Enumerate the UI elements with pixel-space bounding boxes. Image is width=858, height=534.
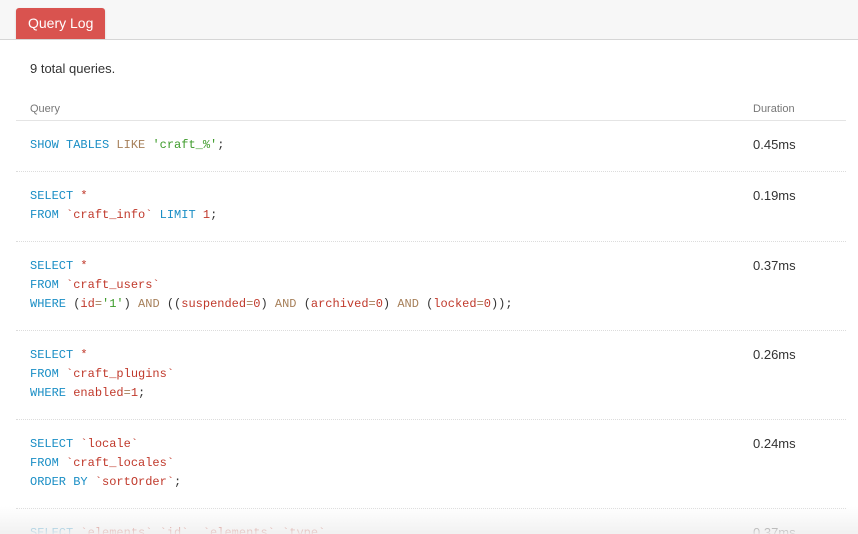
sql-identifier: * [80, 259, 88, 273]
sql-operator: = [123, 386, 131, 400]
sql-punctuation [59, 278, 66, 292]
sql-line: SELECT * [30, 257, 513, 276]
sql-line: SELECT `locale` [30, 435, 181, 454]
query-duration: 0.26ms [753, 347, 796, 362]
sql-keyword: FROM [30, 456, 59, 470]
sql-identifier: `locale` [80, 437, 139, 451]
table-row: SHOW TABLES LIKE 'craft_%'; 0.45ms [16, 121, 846, 172]
sql-punctuation [59, 367, 66, 381]
sql-punctuation: ) [382, 297, 398, 311]
sql-keyword: WHERE [30, 297, 67, 311]
sql-punctuation: ) [123, 297, 139, 311]
sql-identifier: `craft_locales` [66, 456, 175, 470]
sql-operator: = [476, 297, 484, 311]
sql-punctuation: ; [138, 386, 146, 400]
sql-identifier: 0 [375, 297, 383, 311]
query-rows: SHOW TABLES LIKE 'craft_%'; 0.45ms SELECT … [16, 121, 846, 534]
table-row: SELECT `locale` FROM `craft_locales` ORDER… [16, 420, 846, 509]
sql-line: WHERE enabled=1; [30, 384, 174, 403]
sql-identifier: 1 [130, 386, 139, 400]
sql-keyword: SHOW TABLES [30, 138, 110, 152]
sql-punctuation [59, 456, 66, 470]
sql-keyword: SELECT [30, 259, 74, 273]
sql-identifier: 1 [202, 208, 211, 222]
table-row: SELECT * FROM `craft_info` LIMIT 1; 0.19ms [16, 172, 846, 242]
sql-identifier: archived [310, 297, 369, 311]
sql-keyword: FROM [30, 278, 59, 292]
sql-line: FROM `craft_locales` [30, 454, 181, 473]
sql-punctuation: ; [210, 208, 218, 222]
sql-punctuation: (( [159, 297, 182, 311]
sql-identifier: `craft_info` [66, 208, 153, 222]
sql-punctuation: ; [217, 138, 225, 152]
query-sql: SELECT `locale` FROM `craft_locales` ORDER… [30, 435, 181, 492]
sql-operator: LIKE [116, 138, 146, 152]
sql-punctuation: ; [174, 475, 182, 489]
query-duration: 0.37ms [753, 258, 796, 273]
query-duration: 0.45ms [753, 137, 796, 152]
sql-line: ORDER BY `sortOrder`; [30, 473, 181, 492]
tab-strip: Query Log [0, 0, 858, 40]
sql-punctuation [59, 208, 66, 222]
sql-keyword: SELECT [30, 348, 74, 362]
sql-line: FROM `craft_users` [30, 276, 513, 295]
sql-line: WHERE (id='1') AND ((suspended=0) AND (a… [30, 295, 513, 314]
column-header-query: Query [30, 103, 60, 115]
sql-operator: = [94, 297, 103, 311]
sql-identifier: suspended [181, 297, 247, 311]
table-row: SELECT `elements`.`id`, `elements`.`type… [16, 509, 846, 534]
table-row: SELECT * FROM `craft_plugins` WHERE enable… [16, 331, 846, 420]
table-header: Query Duration [16, 100, 846, 121]
sql-keyword: SELECT [30, 437, 74, 451]
query-sql: SHOW TABLES LIKE 'craft_%'; [30, 136, 224, 155]
query-sql: SELECT * FROM `craft_users` WHERE (id='1')… [30, 257, 513, 314]
table-row: SELECT * FROM `craft_users` WHERE (id='1')… [16, 242, 846, 331]
sql-line: FROM `craft_plugins` [30, 365, 174, 384]
sql-operator: = [368, 297, 376, 311]
sql-punctuation [88, 475, 95, 489]
sql-keyword: SELECT [30, 189, 74, 203]
sql-punctuation: ( [66, 297, 81, 311]
query-sql: SELECT * FROM `craft_plugins` WHERE enable… [30, 346, 174, 403]
query-log-panel: 9 total queries. Query Duration SHOW TAB… [0, 39, 858, 534]
sql-string: '1' [102, 297, 124, 311]
sql-identifier: `craft_users` [66, 278, 160, 292]
query-duration: 0.19ms [753, 188, 796, 203]
column-header-duration: Duration [753, 103, 795, 115]
sql-identifier: id [80, 297, 95, 311]
sql-keyword: FROM [30, 367, 59, 381]
query-sql: SELECT * FROM `craft_info` LIMIT 1; [30, 187, 217, 225]
sql-line: SELECT * [30, 346, 174, 365]
sql-punctuation: ( [418, 297, 434, 311]
sql-line: FROM `craft_info` LIMIT 1; [30, 206, 217, 225]
sql-punctuation: ) [260, 297, 275, 311]
sql-identifier: enabled [73, 386, 124, 400]
sql-operator: AND [397, 297, 419, 311]
sql-keyword: LIMIT [159, 208, 196, 222]
sql-operator: AND [138, 297, 160, 311]
sql-identifier: `craft_plugins` [66, 367, 175, 381]
sql-keyword: FROM [30, 208, 59, 222]
query-table: Query Duration SHOW TABLES LIKE 'craft_%… [16, 100, 846, 534]
sql-line: SELECT * [30, 187, 217, 206]
sql-punctuation: )); [490, 297, 513, 311]
query-duration: 0.24ms [753, 436, 796, 451]
sql-keyword: ORDER BY [30, 475, 88, 489]
sql-operator: AND [274, 297, 297, 311]
sql-punctuation: ( [296, 297, 311, 311]
sql-string: 'craft_%' [152, 138, 218, 152]
tab-query-log[interactable]: Query Log [16, 8, 106, 39]
sql-identifier: `sortOrder` [94, 475, 175, 489]
sql-line: SHOW TABLES LIKE 'craft_%'; [30, 136, 224, 155]
sql-identifier: locked [433, 297, 477, 311]
sql-punctuation [196, 208, 203, 222]
sql-identifier: * [80, 189, 88, 203]
sql-punctuation [152, 208, 159, 222]
sql-keyword: WHERE [30, 386, 67, 400]
sql-identifier: * [80, 348, 88, 362]
query-count-summary: 9 total queries. [30, 61, 116, 76]
sql-identifier: 0 [483, 297, 491, 311]
